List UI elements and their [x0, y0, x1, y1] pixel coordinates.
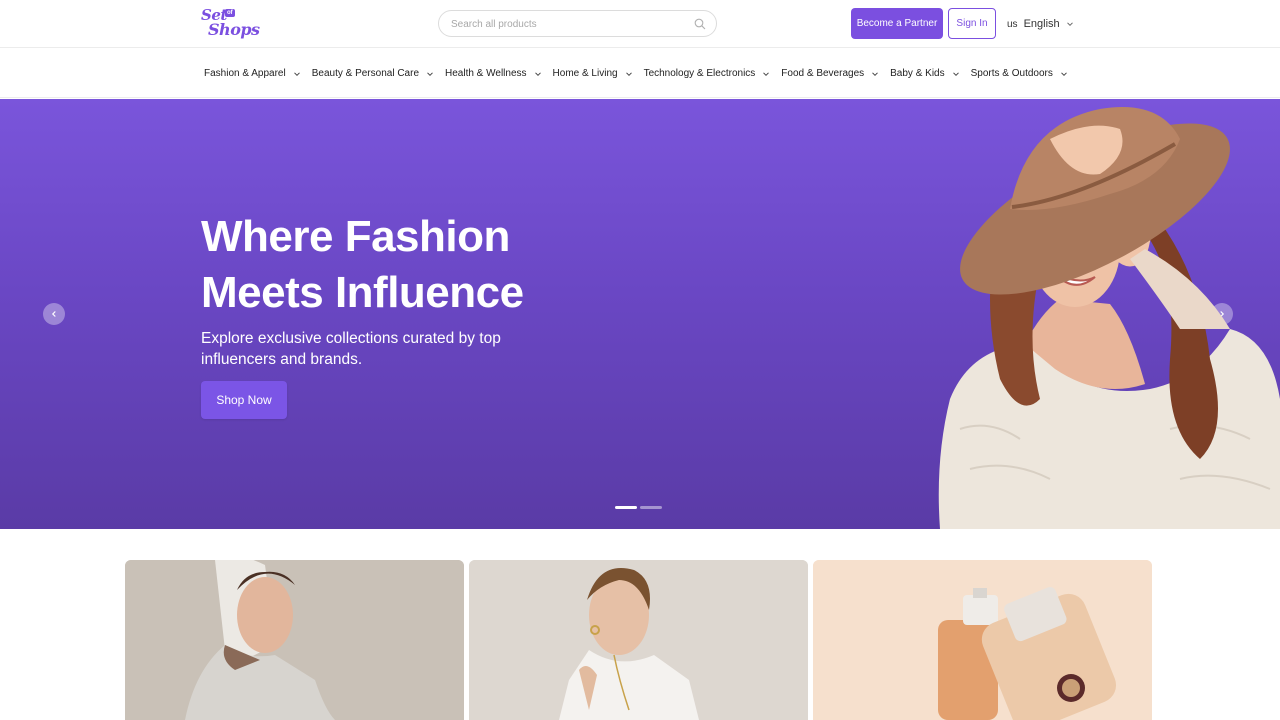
chevron-down-icon: [534, 71, 541, 76]
become-partner-button[interactable]: Become a Partner: [851, 8, 943, 39]
category-nav-item[interactable]: Fashion & Apparel: [204, 68, 301, 79]
category-nav: Fashion & Apparel Beauty & Personal Care H…: [0, 49, 1280, 98]
category-nav-item[interactable]: Home & Living: [553, 68, 633, 79]
language-selector[interactable]: us English: [1007, 16, 1074, 32]
category-card-image: [813, 560, 1152, 720]
category-nav-label: Technology & Electronics: [643, 68, 756, 79]
search-input[interactable]: [451, 16, 686, 32]
sign-in-button[interactable]: Sign In: [948, 8, 996, 39]
category-card[interactable]: [469, 560, 808, 720]
category-nav-label: Fashion & Apparel: [204, 68, 286, 79]
hero-title: Where Fashion Meets Influence: [201, 212, 524, 317]
site-logo[interactable]: Set of Shops: [201, 6, 260, 42]
category-nav-item[interactable]: Baby & Kids: [890, 68, 959, 79]
hero-model-image: [938, 107, 1280, 529]
category-nav-item[interactable]: Food & Beverages: [781, 68, 879, 79]
category-nav-label: Beauty & Personal Care: [311, 68, 419, 79]
category-card[interactable]: [813, 560, 1152, 720]
carousel-dots: [615, 506, 665, 509]
chevron-down-icon: [952, 71, 959, 76]
category-nav-label: Food & Beverages: [781, 68, 865, 79]
category-nav-label: Health & Wellness: [445, 68, 527, 79]
category-nav-item[interactable]: Technology & Electronics: [644, 68, 771, 79]
top-header: Set of Shops Become a Partner Sign In us…: [0, 0, 1280, 48]
language-label: English: [1023, 18, 1060, 30]
search-bar: [438, 10, 717, 37]
logo-line2: Shops: [208, 20, 260, 39]
category-nav-item[interactable]: Sports & Outdoors: [971, 68, 1068, 79]
hero-subtitle: Explore exclusive collections curated by…: [201, 330, 501, 368]
category-nav-label: Home & Living: [552, 68, 618, 79]
category-list: Fashion & Apparel Beauty & Personal Care H…: [204, 49, 1072, 98]
carousel-dot[interactable]: [615, 506, 637, 509]
chevron-left-icon: [51, 311, 56, 317]
carousel-dot[interactable]: [640, 506, 662, 509]
category-card-image: [469, 560, 808, 720]
category-nav-label: Baby & Kids: [890, 68, 945, 79]
category-nav-label: Sports & Outdoors: [970, 68, 1053, 79]
chevron-down-icon: [763, 71, 770, 76]
flag-icon: us: [1007, 18, 1018, 30]
chevron-down-icon: [1061, 71, 1067, 76]
search-icon[interactable]: [694, 18, 706, 30]
hero-banner: Where Fashion Meets Influence Explore ex…: [0, 99, 1280, 529]
category-card[interactable]: [125, 560, 464, 720]
category-card-image: [125, 560, 464, 720]
chevron-down-icon: [427, 71, 433, 76]
chevron-down-icon: [293, 71, 300, 76]
logo-badge: of: [225, 9, 235, 17]
shop-now-button[interactable]: Shop Now: [201, 381, 287, 419]
chevron-down-icon: [872, 71, 878, 76]
carousel-prev-button[interactable]: [43, 303, 65, 325]
chevron-down-icon: [625, 71, 632, 76]
category-nav-item[interactable]: Health & Wellness: [445, 68, 542, 79]
chevron-down-icon: [1066, 22, 1073, 27]
category-nav-item[interactable]: Beauty & Personal Care: [312, 68, 434, 79]
